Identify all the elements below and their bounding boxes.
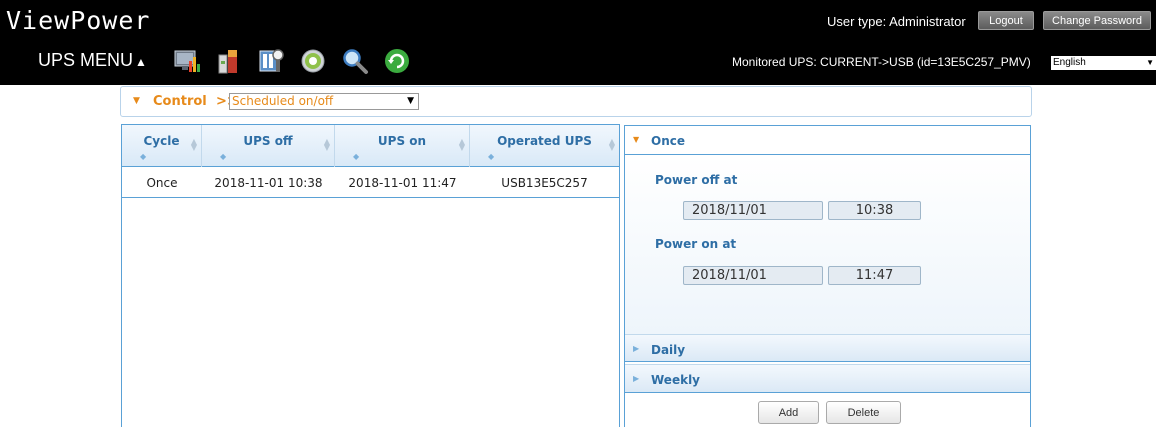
- language-value: English: [1053, 57, 1086, 68]
- accordion-label: Daily: [651, 343, 686, 357]
- search-icon[interactable]: [340, 46, 370, 76]
- accordion-label: Once: [651, 134, 685, 148]
- sort-icon: ▲ ▼: [608, 137, 615, 152]
- control-label: Control: [153, 94, 207, 109]
- power-on-time-field[interactable]: 11:47: [828, 266, 921, 285]
- add-button[interactable]: Add: [758, 401, 819, 424]
- chevron-right-icon: ▶: [633, 344, 640, 353]
- settings-icon[interactable]: [256, 46, 286, 76]
- accordion-daily[interactable]: ▶ Daily: [625, 334, 1030, 362]
- column-label: UPS off: [243, 134, 293, 148]
- cell-cycle: Once: [146, 176, 178, 190]
- dropdown-arrow-icon: ▼: [1146, 58, 1154, 67]
- accordion-label: Weekly: [651, 373, 701, 387]
- schedule-table: Cycle ▲ ▼ ◆ UPS off ▲ ▼ ◆ UPS on ▲ ▼ ◆ Oper…: [121, 124, 620, 427]
- control-mode-value: Scheduled on/off: [232, 94, 334, 108]
- column-header-ups-off[interactable]: UPS off ▲ ▼ ◆: [202, 125, 335, 167]
- sort-indicator-icon: ◆: [488, 152, 495, 161]
- control-mode-select[interactable]: Scheduled on/off ▼: [229, 93, 419, 110]
- power-on-label: Power on at: [655, 237, 737, 251]
- toolbar: [172, 46, 412, 76]
- column-header-cycle[interactable]: Cycle ▲ ▼ ◆: [122, 125, 202, 167]
- cell-ups-on: 2018-11-01 11:47: [348, 176, 457, 190]
- cell-operated-ups: USB13E5C257: [501, 176, 588, 190]
- column-header-ups-on[interactable]: UPS on ▲ ▼ ◆: [335, 125, 470, 167]
- power-off-label: Power off at: [655, 173, 738, 187]
- chevron-down-icon: ▼: [133, 96, 140, 106]
- table-header: Cycle ▲ ▼ ◆ UPS off ▲ ▼ ◆ UPS on ▲ ▼ ◆ Oper…: [122, 125, 619, 167]
- ups-menu-label: UPS MENU: [38, 50, 134, 70]
- chevron-right-icon: ▶: [633, 374, 640, 383]
- sort-icon: ▲ ▼: [458, 137, 465, 152]
- column-label: Cycle: [143, 134, 180, 148]
- change-password-button[interactable]: Change Password: [1043, 11, 1151, 30]
- caret-up-icon: ▲: [135, 55, 147, 69]
- power-on-date-field[interactable]: 2018/11/01: [683, 266, 823, 285]
- column-label: UPS on: [377, 134, 427, 148]
- column-label: Operated UPS: [497, 134, 592, 148]
- dropdown-arrow-icon: ▼: [407, 96, 414, 106]
- app-title: ViewPower: [6, 6, 151, 35]
- logout-button[interactable]: Logout: [978, 11, 1034, 30]
- control-bar: ▼ Control >> Scheduled on/off ▼: [120, 86, 1032, 117]
- sort-icon: ▲ ▼: [323, 137, 330, 152]
- sort-icon: ▲ ▼: [190, 137, 197, 152]
- language-select[interactable]: English ▼: [1051, 56, 1156, 70]
- refresh-icon[interactable]: [382, 46, 412, 76]
- chevron-down-icon: ▼: [633, 135, 640, 144]
- battery-icon[interactable]: [214, 46, 244, 76]
- table-row[interactable]: Once 2018-11-01 10:38 2018-11-01 11:47 U…: [122, 168, 619, 198]
- sort-indicator-icon: ◆: [353, 152, 360, 161]
- cell-ups-off: 2018-11-01 10:38: [214, 176, 323, 190]
- disc-icon[interactable]: [298, 46, 328, 76]
- monitor-icon[interactable]: [172, 46, 202, 76]
- ups-menu-button[interactable]: UPS MENU ▲: [38, 50, 147, 71]
- accordion-weekly[interactable]: ▶ Weekly: [625, 364, 1030, 393]
- user-type-label: User type: Administrator: [827, 14, 966, 29]
- delete-button[interactable]: Delete: [826, 401, 901, 424]
- power-off-time-field[interactable]: 10:38: [828, 201, 921, 220]
- column-header-operated-ups[interactable]: Operated UPS ▲ ▼ ◆: [470, 125, 619, 167]
- schedule-detail-panel: ▼ Once Power off at 2018/11/01 10:38 Pow…: [624, 125, 1031, 427]
- accordion-once[interactable]: ▼ Once: [625, 126, 1030, 155]
- sort-indicator-icon: ◆: [220, 152, 227, 161]
- accordion-once-body: Power off at 2018/11/01 10:38 Power on a…: [625, 156, 1030, 334]
- monitored-ups-label: Monitored UPS: CURRENT->USB (id=13E5C257…: [732, 55, 1031, 69]
- sort-indicator-icon: ◆: [140, 152, 147, 161]
- power-off-date-field[interactable]: 2018/11/01: [683, 201, 823, 220]
- app-header: ViewPower UPS MENU ▲ User type: Administ…: [0, 0, 1156, 85]
